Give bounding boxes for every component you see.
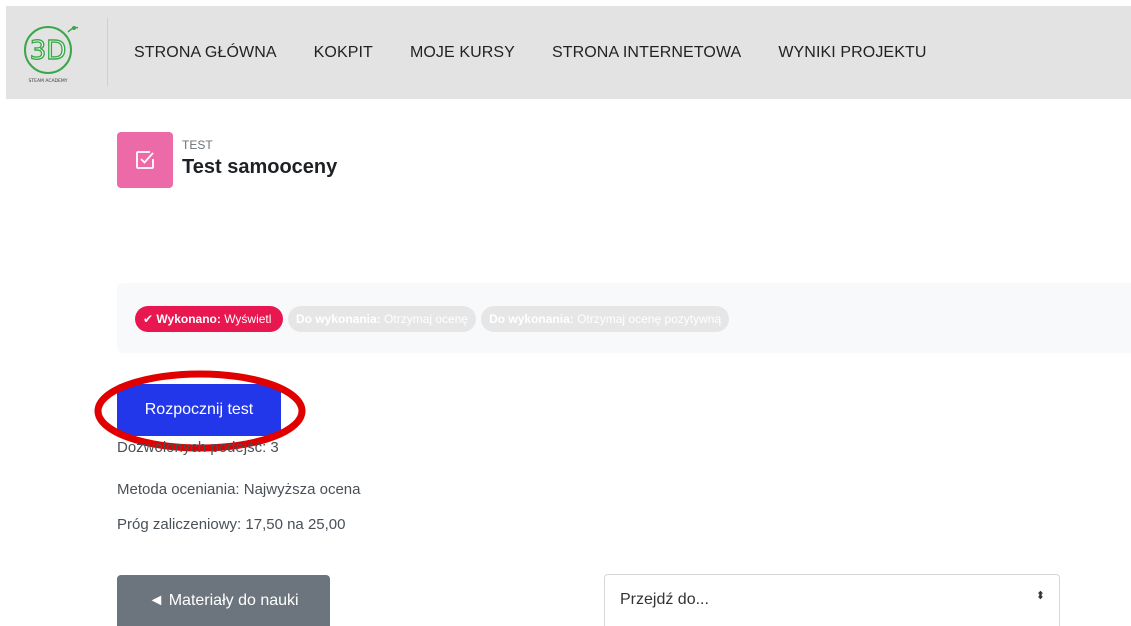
attempts-allowed: Dozwolonych podejść: 3: [117, 439, 279, 456]
completion-badge-done: ✔ Wykonano: Wyświetl: [135, 306, 283, 332]
page-title: Test samooceny: [182, 156, 338, 178]
previous-activity-button[interactable]: ◄ Materiały do nauki: [117, 575, 330, 626]
completion-todo-prefix: Do wykonania:: [296, 312, 381, 326]
logo-divider: [107, 18, 108, 86]
pass-grade: Próg zaliczeniowy: 17,50 na 25,00: [117, 516, 346, 533]
completion-todo-text: Otrzymaj ocenę: [384, 312, 469, 326]
nav-item-project-results[interactable]: WYNIKI PROJEKTU: [778, 44, 926, 62]
completion-badge-todo: Do wykonania: Otrzymaj ocenę: [288, 306, 477, 332]
completion-todo-prefix: Do wykonania:: [489, 312, 574, 326]
nav-item-my-courses[interactable]: MOJE KURSY: [410, 44, 515, 62]
logo-3d-icon: 3D STEAM ACADEMY: [24, 26, 79, 84]
main-nav: STRONA GŁÓWNA KOKPIT MOJE KURSY STRONA I…: [134, 6, 964, 99]
site-logo[interactable]: 3D STEAM ACADEMY: [12, 20, 84, 88]
completion-badge-todo: Do wykonania: Otrzymaj ocenę pozytywną: [481, 306, 730, 332]
check-icon: ✔: [143, 312, 154, 326]
start-quiz-button[interactable]: Rozpocznij test: [117, 384, 281, 436]
top-navbar: 3D STEAM ACADEMY STRONA GŁÓWNA KOKPIT MO…: [6, 6, 1131, 99]
completion-done-prefix: Wykonano:: [156, 312, 221, 326]
logo-mark: 3D: [30, 36, 67, 66]
jump-to-placeholder: Przejdź do...: [620, 591, 709, 608]
nav-item-home[interactable]: STRONA GŁÓWNA: [134, 44, 277, 62]
logo-caption: STEAM ACADEMY: [29, 78, 68, 84]
nav-item-website[interactable]: STRONA INTERNETOWA: [552, 44, 741, 62]
completion-badges: ✔ Wykonano: Wyświetl Do wykonania: Otrzy…: [135, 306, 730, 332]
completion-todo-text: Otrzymaj ocenę pozytywną: [577, 312, 722, 326]
completion-done-text: Wyświetl: [224, 312, 272, 326]
select-arrows-icon: ⬍: [1035, 590, 1045, 602]
grading-method: Metoda oceniania: Najwyższa ocena: [117, 481, 361, 498]
quiz-check-icon: [136, 151, 154, 169]
quiz-activity-icon: [117, 132, 173, 188]
jump-to-select[interactable]: Przejdź do... ⬍: [604, 574, 1060, 626]
activity-type-label: TEST: [182, 138, 213, 152]
nav-item-dashboard[interactable]: KOKPIT: [314, 44, 373, 62]
